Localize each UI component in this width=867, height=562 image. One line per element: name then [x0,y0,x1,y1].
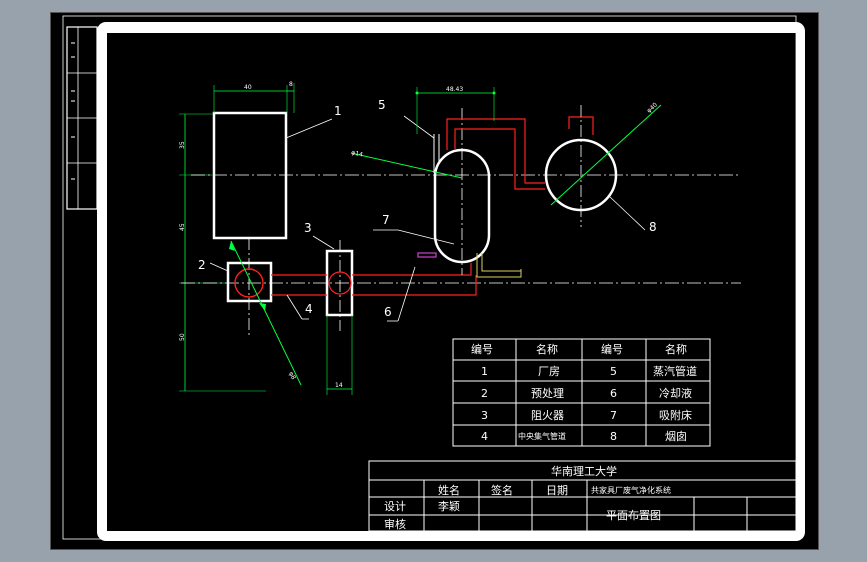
part-label-6: 6 [384,305,392,319]
col-name: 姓名 [438,483,460,497]
table-cell: 烟囱 [665,429,687,443]
row-review: 审核 [384,517,406,531]
table-cell: 吸附床 [659,408,692,422]
svg-text:40: 40 [244,84,252,91]
table-cell: 3 [481,409,488,422]
table-cell: 预处理 [531,387,564,400]
dimension-35: 35 [179,141,186,149]
table-header: 编号 [471,342,493,356]
table-cell: 中央集气管道 [518,431,566,441]
part-label-8: 8 [649,220,657,234]
binding-strip [66,26,98,210]
table-cell: 5 [610,365,617,378]
dimension-45: 45 [179,223,186,231]
table-header: 名称 [665,342,687,356]
row-design: 设计 [384,500,406,513]
table-cell: 蒸汽管道 [653,364,697,378]
dimension-50: 50 [179,333,186,341]
table-cell: 1 [481,365,488,378]
part-label-2: 2 [198,258,206,272]
project-name: 共家具厂废气净化系统 [591,485,671,495]
designer-name: 李颖 [438,499,460,513]
table-header: 名称 [536,342,558,356]
part-label-5: 5 [378,98,386,112]
table-cell: 厂房 [538,365,560,378]
part-label-1: 1 [334,104,342,118]
table-cell: 8 [610,430,617,443]
table-cell: 阻火器 [531,409,564,422]
table-cell: 2 [481,387,488,400]
col-sign: 签名 [491,483,513,497]
table-cell: 4 [481,430,488,443]
table-cell: 冷却液 [659,386,692,400]
cad-viewport[interactable]: 1 40 8 35 45 50 2 φ8 3 14 4 7 φ14 5 48.4… [50,12,819,550]
table-header: 编号 [601,342,623,356]
part-label-4: 4 [305,302,313,316]
table-cell: 6 [610,387,617,400]
svg-text:48.43: 48.43 [446,86,463,93]
drawing-name: 平面布置图 [606,509,661,522]
drawing-area [107,33,796,531]
school-name: 华南理工大学 [551,464,617,478]
col-date: 日期 [546,484,568,497]
drawing-sheet: 1 40 8 35 45 50 2 φ8 3 14 4 7 φ14 5 48.4… [62,15,805,541]
svg-text:14: 14 [335,382,343,389]
svg-text:8: 8 [289,81,293,88]
table-cell: 7 [610,409,617,422]
part-label-7: 7 [382,213,390,227]
part-label-3: 3 [304,221,312,235]
